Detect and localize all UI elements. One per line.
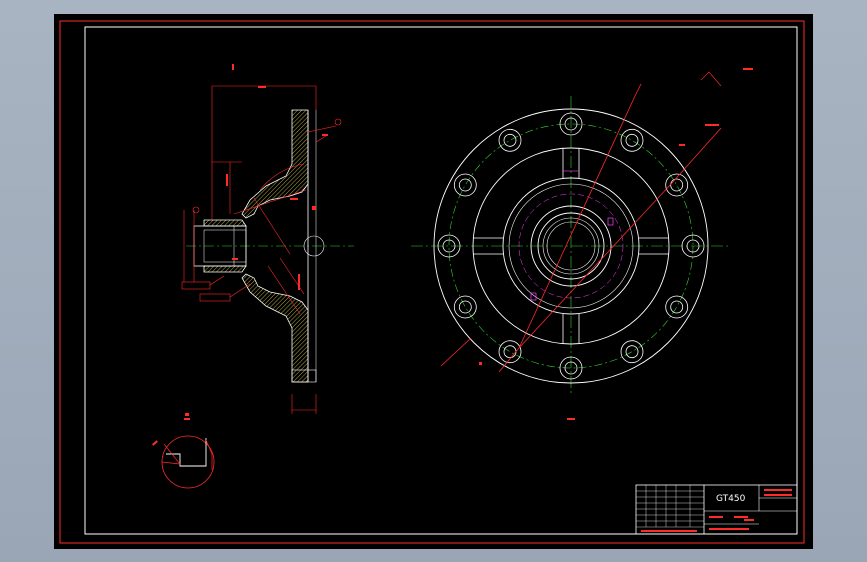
bolt-hole bbox=[625, 133, 639, 147]
detail-view bbox=[152, 413, 215, 489]
bolt-hole bbox=[453, 295, 477, 319]
bolt-hole bbox=[665, 295, 689, 319]
bolt-hole bbox=[503, 133, 517, 147]
bolt-hole bbox=[670, 300, 684, 314]
title-block: GT450 bbox=[635, 484, 798, 535]
bolt-hole bbox=[620, 340, 644, 364]
part-code: GT450 bbox=[716, 494, 746, 504]
inner-frame bbox=[84, 26, 798, 535]
bolt-hole bbox=[458, 178, 472, 192]
bolt-hole bbox=[625, 345, 639, 359]
bolt-hole bbox=[503, 345, 517, 359]
bolt-hole bbox=[670, 178, 684, 192]
flange-lower-section bbox=[241, 273, 309, 383]
bolt-hole bbox=[453, 173, 477, 197]
bolt-hole bbox=[458, 300, 472, 314]
bolt-hole bbox=[498, 128, 522, 152]
front-view bbox=[411, 68, 753, 420]
bolt-hole bbox=[620, 128, 644, 152]
flange-upper-section bbox=[241, 109, 309, 219]
cad-drawing: GT450 bbox=[59, 20, 805, 544]
cad-viewport[interactable]: GT450 bbox=[54, 14, 813, 549]
section-view bbox=[181, 64, 354, 414]
outer-frame bbox=[59, 20, 805, 544]
